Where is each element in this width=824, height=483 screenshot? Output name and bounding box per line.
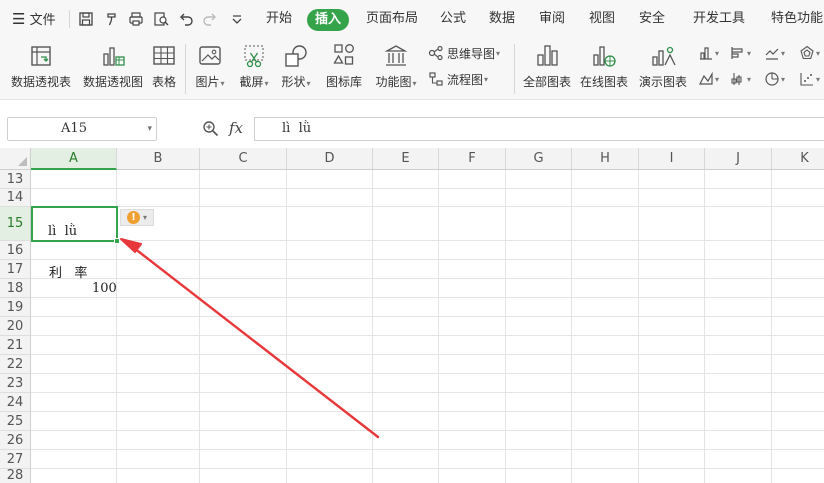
red-annotation-arrow (120, 238, 380, 439)
arrow-shaft (132, 246, 380, 439)
